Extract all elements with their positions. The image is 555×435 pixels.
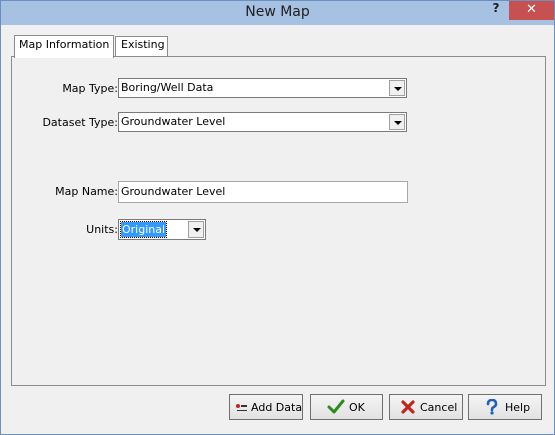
cancel-label: Cancel bbox=[420, 401, 458, 414]
map-name-field[interactable]: Groundwater Level bbox=[118, 181, 408, 203]
chevron-down-icon[interactable] bbox=[389, 80, 405, 96]
x-icon bbox=[400, 399, 416, 418]
map-type-value: Boring/Well Data bbox=[121, 81, 214, 94]
close-button[interactable]: ✕ bbox=[509, 1, 554, 20]
ok-label: OK bbox=[349, 401, 365, 414]
close-icon: ✕ bbox=[526, 2, 537, 17]
map-name-label: Map Name: bbox=[55, 185, 118, 198]
units-label: Units: bbox=[86, 223, 118, 236]
cancel-button[interactable]: Cancel bbox=[389, 394, 463, 420]
units-dropdown[interactable]: Original bbox=[118, 219, 206, 240]
dataset-type-dropdown[interactable]: Groundwater Level bbox=[118, 112, 407, 132]
ok-button[interactable]: OK bbox=[310, 394, 383, 420]
units-value: Original bbox=[119, 221, 168, 238]
help-button[interactable]: Help bbox=[468, 394, 542, 420]
map-type-dropdown[interactable]: Boring/Well Data bbox=[118, 78, 407, 98]
map-information-panel: Map Type: Boring/Well Data Dataset Type:… bbox=[11, 56, 546, 386]
add-data-button[interactable]: Add Data bbox=[229, 394, 303, 420]
map-type-label: Map Type: bbox=[62, 82, 118, 95]
tab-label: Map Information bbox=[19, 38, 110, 51]
add-data-label: Add Data bbox=[251, 401, 303, 414]
context-help-button[interactable]: ? bbox=[489, 1, 503, 17]
dataset-type-label: Dataset Type: bbox=[42, 116, 118, 129]
checkmark-icon bbox=[327, 399, 345, 418]
tab-existing[interactable]: Existing bbox=[115, 36, 168, 56]
help-label: Help bbox=[505, 401, 531, 414]
add-data-icon bbox=[235, 401, 249, 416]
new-map-dialog: New Map ? ✕ Map Information Existing Map… bbox=[0, 0, 555, 435]
dataset-type-value: Groundwater Level bbox=[121, 115, 226, 128]
tab-map-information[interactable]: Map Information bbox=[14, 35, 114, 58]
chevron-down-icon[interactable] bbox=[389, 114, 405, 130]
map-name-value: Groundwater Level bbox=[121, 185, 226, 198]
title-bar: New Map ? ✕ bbox=[1, 1, 554, 25]
chevron-down-icon[interactable] bbox=[188, 221, 204, 238]
window-title: New Map bbox=[245, 4, 310, 20]
question-icon bbox=[485, 398, 499, 418]
tab-label: Existing bbox=[121, 38, 165, 51]
